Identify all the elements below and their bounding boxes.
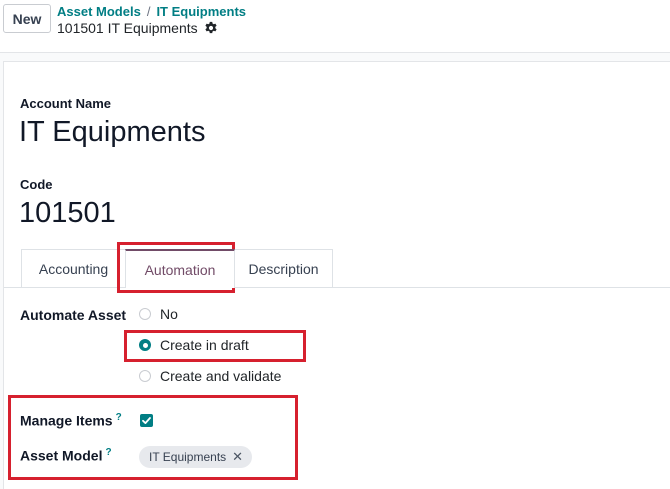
radio-no[interactable]: No — [139, 306, 178, 322]
asset-model-tag-label: IT Equipments — [149, 450, 227, 464]
notebook-tabs: Accounting Automation Description — [21, 249, 333, 288]
automate-asset-label: Automate Asset — [20, 307, 127, 323]
radio-create-in-draft-label: Create in draft — [160, 337, 249, 353]
record-title: 101501 IT Equipments — [57, 20, 218, 36]
new-button[interactable]: New — [3, 4, 51, 33]
gear-icon[interactable] — [204, 21, 218, 35]
breadcrumb-asset-models[interactable]: Asset Models — [57, 4, 141, 19]
account-name-label: Account Name — [20, 96, 112, 111]
tabs-divider — [4, 287, 670, 288]
record-title-text: 101501 IT Equipments — [57, 20, 198, 36]
manage-items-checkbox[interactable] — [140, 414, 153, 427]
radio-no-label: No — [160, 306, 178, 322]
form-sheet: Account Name IT Equipments Code 101501 A… — [3, 61, 670, 489]
radio-create-in-draft[interactable]: Create in draft — [139, 337, 249, 353]
asset-model-help-icon[interactable]: ? — [105, 447, 111, 458]
asset-model-tag[interactable]: IT Equipments ✕ — [139, 446, 253, 468]
manage-items-label-text: Manage Items — [20, 412, 113, 429]
close-icon[interactable]: ✕ — [232, 449, 243, 465]
radio-create-and-validate-label: Create and validate — [160, 368, 282, 384]
asset-model-label-text: Asset Model — [20, 447, 103, 464]
asset-model-label: Asset Model? — [20, 447, 112, 464]
account-name-value[interactable]: IT Equipments — [19, 116, 205, 149]
breadcrumb-separator: / — [146, 4, 151, 19]
manage-items-help-icon[interactable]: ? — [116, 412, 122, 423]
tab-description[interactable]: Description — [234, 249, 333, 288]
radio-create-in-draft-indicator[interactable] — [139, 339, 151, 351]
manage-items-label: Manage Items? — [20, 412, 122, 429]
checkmark-icon — [142, 417, 151, 424]
control-panel: New Asset Models / IT Equipments 101501 IT… — [0, 0, 670, 53]
tab-accounting[interactable]: Accounting — [21, 249, 126, 288]
radio-no-indicator[interactable] — [139, 308, 151, 320]
code-label: Code — [20, 177, 53, 192]
breadcrumb-it-equipments[interactable]: IT Equipments — [156, 4, 246, 19]
radio-create-and-validate-indicator[interactable] — [139, 370, 151, 382]
radio-create-and-validate[interactable]: Create and validate — [139, 368, 281, 384]
breadcrumb: Asset Models / IT Equipments — [57, 4, 246, 19]
code-value[interactable]: 101501 — [19, 197, 116, 230]
tab-automation[interactable]: Automation — [125, 249, 235, 288]
